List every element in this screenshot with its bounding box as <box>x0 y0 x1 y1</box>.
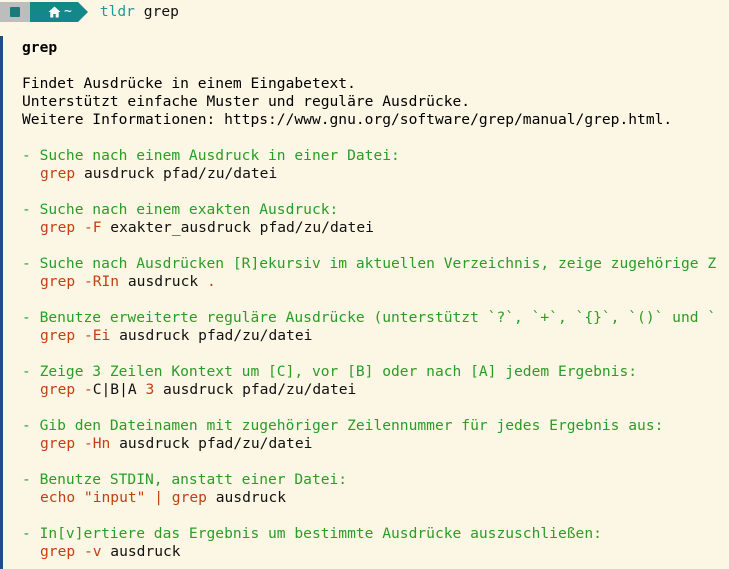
example-description: - Benutze erweiterte reguläre Ausdrücke … <box>22 309 717 326</box>
example-description: - Zeige 3 Zeilen Kontext um [C], vor [B]… <box>22 363 638 380</box>
example-command-name: grep <box>40 165 76 182</box>
example-trailing: . <box>198 273 216 290</box>
example-command-name: grep <box>40 327 76 344</box>
example-args: ausdruck <box>206 489 287 506</box>
example-args: ausdruck pfad/zu/datei <box>75 165 278 182</box>
example-command: grep -Hn ausdruck pfad/zu/datei <box>40 435 312 453</box>
command-name: tldr <box>99 3 135 20</box>
command-line[interactable]: tldr grep <box>100 3 179 20</box>
page-title: grep <box>22 39 58 56</box>
example-description: - Suche nach einem Ausdruck in einer Dat… <box>22 147 400 164</box>
description-line: Weitere Informationen: https://www.gnu.o… <box>22 111 673 128</box>
example-flags: - <box>75 381 93 398</box>
shell-prompt: ~ tldr grep <box>0 0 729 26</box>
example-description: - In[v]ertiere das Ergebnis um bestimmte… <box>22 525 602 542</box>
description-line: Unterstützt einfache Muster und reguläre… <box>22 93 471 110</box>
example-flags: -F <box>75 219 102 236</box>
example-command-name: grep <box>40 381 76 398</box>
example-args: ausdruck <box>101 543 181 560</box>
example-args: ausdruck pfad/zu/datei <box>154 381 357 398</box>
os-logo-icon <box>10 6 20 17</box>
example-command-name: grep <box>40 435 76 452</box>
example-command: grep -RIn ausdruck . <box>40 273 216 291</box>
example-args: ausdruck pfad/zu/datei <box>110 435 313 452</box>
example-command: grep ausdruck pfad/zu/datei <box>40 165 277 183</box>
example-args: exakter_ausdruck pfad/zu/datei <box>101 219 374 236</box>
example-command: echo "input" | grep ausdruck <box>40 489 286 507</box>
example-command-name: grep <box>40 273 76 290</box>
example-flags: -v <box>75 543 102 560</box>
prompt-path: ~ <box>64 4 72 19</box>
example-args: ausdruck <box>119 273 199 290</box>
example-description: - Benutze STDIN, anstatt einer Datei: <box>22 471 348 488</box>
home-icon <box>48 6 61 18</box>
example-command-name: grep <box>40 543 76 560</box>
example-command: grep -v ausdruck <box>40 543 181 561</box>
example-number: 3 <box>136 381 155 398</box>
example-command: grep -C|B|A 3 ausdruck pfad/zu/datei <box>40 381 356 399</box>
prompt-separator-arrow <box>77 1 88 22</box>
description-line: Findet Ausdrücke in einem Eingabetext. <box>22 75 356 92</box>
prompt-os-segment <box>0 1 30 22</box>
example-description: - Suche nach einem exakten Ausdruck: <box>22 201 339 218</box>
example-description: - Suche nach Ausdrücken [R]ekursiv im ak… <box>22 255 717 272</box>
example-flag-value: C|B|A <box>92 381 137 398</box>
prompt-directory-segment: ~ <box>30 1 78 22</box>
example-args: ausdruck pfad/zu/datei <box>110 327 313 344</box>
example-flags: -Hn <box>75 435 111 452</box>
example-command-name: grep <box>171 489 207 506</box>
example-command: grep -F exakter_ausdruck pfad/zu/datei <box>40 219 374 237</box>
tldr-page: grep Findet Ausdrücke in einem Eingabete… <box>0 36 729 569</box>
example-command: grep -Ei ausdruck pfad/zu/datei <box>40 327 312 345</box>
example-flags: -RIn <box>75 273 120 290</box>
example-command-prefix: echo "input" | <box>40 489 172 506</box>
example-flags: -Ei <box>75 327 111 344</box>
command-argument: grep <box>143 3 179 20</box>
example-description: - Gib den Dateinamen mit zugehöriger Zei… <box>22 417 664 434</box>
example-command-name: grep <box>40 219 76 236</box>
